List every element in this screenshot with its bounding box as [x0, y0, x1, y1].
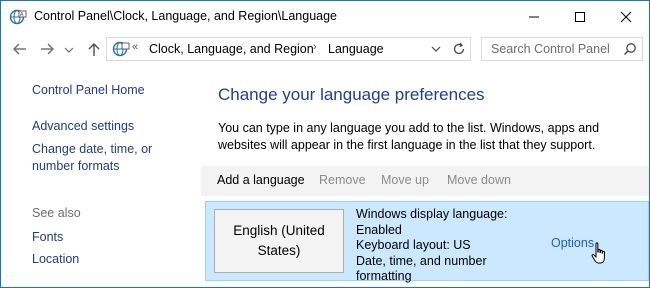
back-arrow-icon[interactable] [10, 39, 30, 59]
hand-cursor-icon [591, 242, 609, 266]
title-bar[interactable]: A Control Panel\Clock, Language, and Reg… [1, 1, 649, 33]
language-list-item[interactable]: English (United States) Windows display … [205, 201, 649, 283]
language-info-line: Enabled [356, 222, 402, 237]
svg-text:A: A [20, 12, 24, 18]
sidebar-link-change-date-formats[interactable]: Change date, time, or number formats [32, 141, 197, 175]
remove-button[interactable]: Remove [319, 173, 366, 187]
search-icon[interactable] [623, 42, 637, 56]
control-panel-icon [112, 41, 130, 57]
sidebar-link-location[interactable]: Location [32, 251, 79, 268]
page-title: Change your language preferences [218, 85, 485, 104]
breadcrumb-language[interactable]: Language [328, 42, 384, 56]
breadcrumb-clock-language-region[interactable]: Clock, Language, and Region [149, 42, 314, 56]
search-input[interactable]: Search Control Panel [481, 37, 643, 61]
recent-locations-chevron-icon[interactable] [63, 40, 75, 60]
page-description: You can type in any language you add to … [218, 121, 600, 152]
language-name: English (United States) [233, 223, 325, 258]
forward-arrow-icon[interactable] [37, 39, 57, 59]
sidebar-link-advanced-settings[interactable]: Advanced settings [32, 118, 134, 135]
refresh-icon[interactable] [450, 40, 468, 58]
see-also-heading: See also [32, 206, 81, 220]
move-down-button[interactable]: Move down [447, 173, 511, 187]
breadcrumb-separator[interactable]: › [313, 41, 317, 53]
sidebar: Control Panel Home Advanced settings Cha… [1, 65, 201, 287]
language-toolbar: Add a language Remove Move up Move down [201, 166, 649, 196]
address-dropdown-icon[interactable] [427, 40, 445, 58]
navigation-bar: « Clock, Language, and Region › Language… [1, 33, 649, 65]
minimize-button[interactable] [511, 1, 557, 32]
address-overflow[interactable]: « [132, 41, 138, 53]
language-globe-icon: A [9, 9, 27, 25]
language-details: Windows display language: Enabled Keyboa… [356, 207, 507, 285]
search-placeholder: Search Control Panel [491, 42, 610, 56]
language-info-line: Keyboard layout: US [356, 238, 471, 252]
sidebar-link-control-panel-home[interactable]: Control Panel Home [32, 82, 145, 99]
up-arrow-icon[interactable] [84, 39, 104, 59]
window-title: Control Panel\Clock, Language, and Regio… [34, 9, 338, 23]
language-options-link[interactable]: Options [551, 236, 594, 250]
language-info-line: Date, time, and number [356, 253, 487, 268]
language-info-line: Windows display language: [356, 207, 508, 221]
maximize-button[interactable] [557, 1, 603, 32]
sidebar-link-fonts[interactable]: Fonts [32, 229, 63, 246]
move-up-button[interactable]: Move up [381, 173, 429, 187]
address-bar[interactable]: « Clock, Language, and Region › Language [106, 37, 471, 61]
close-button[interactable] [603, 1, 649, 32]
control-panel-window: A Control Panel\Clock, Language, and Reg… [0, 0, 650, 288]
add-language-button[interactable]: Add a language [217, 173, 305, 187]
language-tile[interactable]: English (United States) [214, 209, 344, 273]
language-info-line: formatting [356, 269, 412, 283]
